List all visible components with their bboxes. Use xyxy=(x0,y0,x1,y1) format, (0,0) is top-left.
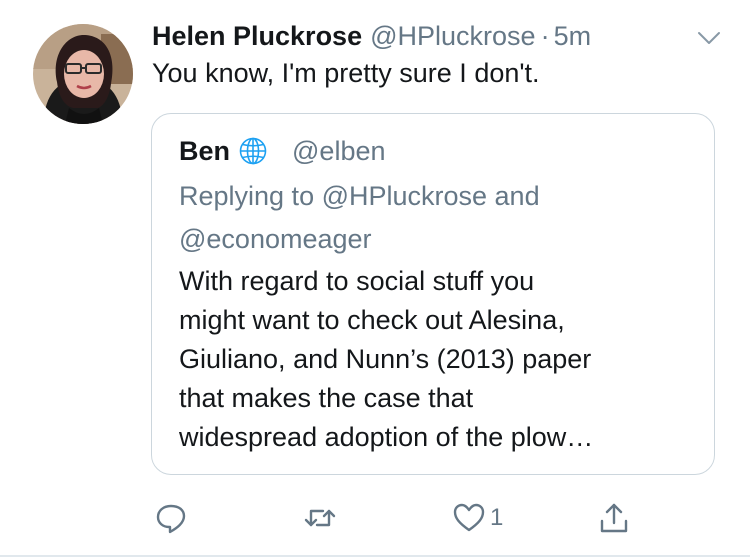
share-icon xyxy=(600,503,628,533)
author-name[interactable]: Helen Pluckrose xyxy=(152,21,362,52)
quoted-tweet[interactable]: Ben @elben Replying to @HPluckrose and @… xyxy=(151,113,715,475)
retweet-button[interactable] xyxy=(303,500,337,536)
reply-icon xyxy=(156,504,186,534)
quoted-text-line: Giuliano, and Nunn’s (2013) paper xyxy=(179,344,592,374)
replying-to-line: Replying to @HPluckrose and xyxy=(179,181,540,211)
quoted-tweet-header: Ben @elben xyxy=(179,134,386,168)
like-button[interactable]: 1 xyxy=(452,500,503,536)
separator-dot: · xyxy=(540,20,550,51)
quoted-author-name: Ben xyxy=(179,135,231,166)
like-count: 1 xyxy=(490,504,504,531)
quoted-author-handle: @elben xyxy=(292,135,386,166)
tweet-text: You know, I'm pretty sure I don't. xyxy=(152,58,540,88)
globe-icon xyxy=(239,137,267,165)
quoted-text-line: widespread adoption of the plow… xyxy=(179,422,594,452)
quoted-text-line: With regard to social stuff you xyxy=(179,266,535,296)
heart-icon xyxy=(453,503,485,532)
author-handle[interactable]: @HPluckrose xyxy=(370,21,535,52)
replying-to: Replying to @HPluckrose and @economeager xyxy=(179,175,679,261)
quoted-tweet-text: With regard to social stuff you might wa… xyxy=(179,262,593,457)
action-bar: 1 xyxy=(0,500,750,540)
avatar-image xyxy=(33,24,133,124)
tweet-timestamp[interactable]: 5m xyxy=(554,21,592,52)
replying-to-line: @economeager xyxy=(179,224,372,254)
tweet-header: Helen Pluckrose @HPluckrose · 5m xyxy=(152,19,591,53)
reply-button[interactable] xyxy=(154,500,188,536)
chevron-down-icon[interactable] xyxy=(697,30,721,46)
avatar[interactable] xyxy=(33,24,133,124)
quoted-text-line: might want to check out Alesina, xyxy=(179,305,565,335)
retweet-icon xyxy=(304,509,336,527)
share-button[interactable] xyxy=(597,500,631,536)
quoted-text-line: that makes the case that xyxy=(179,383,474,413)
